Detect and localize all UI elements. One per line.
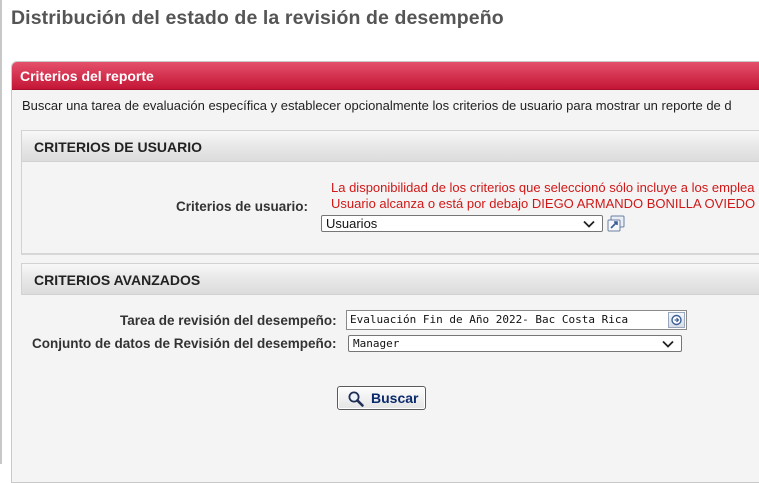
user-criteria-section-body: Criterios de usuario: La disponibilidad …: [21, 161, 759, 255]
task-input-value: Evaluación Fin de Año 2022- Bac Costa Ri…: [350, 313, 629, 326]
chevron-down-icon: [583, 220, 595, 228]
panel-description: Buscar una tarea de evaluación específic…: [22, 98, 732, 113]
advanced-criteria-section-header: CRITERIOS AVANZADOS: [21, 263, 759, 295]
user-criteria-section-title: CRITERIOS DE USUARIO: [34, 139, 203, 155]
dataset-label: Conjunto de datos de Revisión del desemp…: [32, 336, 337, 351]
search-button[interactable]: Buscar: [337, 386, 426, 410]
user-criteria-section-header: CRITERIOS DE USUARIO: [21, 130, 759, 162]
magnifier-icon: [348, 391, 364, 407]
page-title: Distribución del estado de la revisión d…: [11, 7, 504, 29]
panel-title: Criterios del reporte: [20, 68, 154, 84]
page-left-border: [0, 0, 2, 464]
user-criteria-select[interactable]: Usuarios: [321, 215, 603, 232]
task-input[interactable]: Evaluación Fin de Año 2022- Bac Costa Ri…: [346, 310, 687, 330]
task-label: Tarea de revisión del desempeño:: [120, 313, 337, 328]
report-criteria-panel: Criterios del reporte Buscar una tarea d…: [11, 61, 759, 483]
user-criteria-label: Criterios de usuario:: [176, 199, 309, 214]
dataset-select[interactable]: Manager: [348, 335, 682, 352]
search-button-label: Buscar: [371, 390, 419, 406]
lookup-icon: [671, 314, 682, 326]
task-lookup-button[interactable]: [668, 312, 685, 328]
advanced-criteria-section-title: CRITERIOS AVANZADOS: [34, 272, 201, 288]
dataset-select-value: Manager: [353, 337, 400, 350]
panel-header: Criterios del reporte: [12, 62, 759, 90]
user-criteria-select-value: Usuarios: [326, 216, 378, 231]
user-criteria-warning-line2: Usuario alcanza o está por debajo DIEGO …: [331, 196, 756, 211]
user-criteria-warning-line1: La disponibilidad de los criterios que s…: [331, 180, 755, 195]
chevron-down-icon: [662, 340, 674, 348]
user-lookup-icon[interactable]: [607, 214, 626, 233]
